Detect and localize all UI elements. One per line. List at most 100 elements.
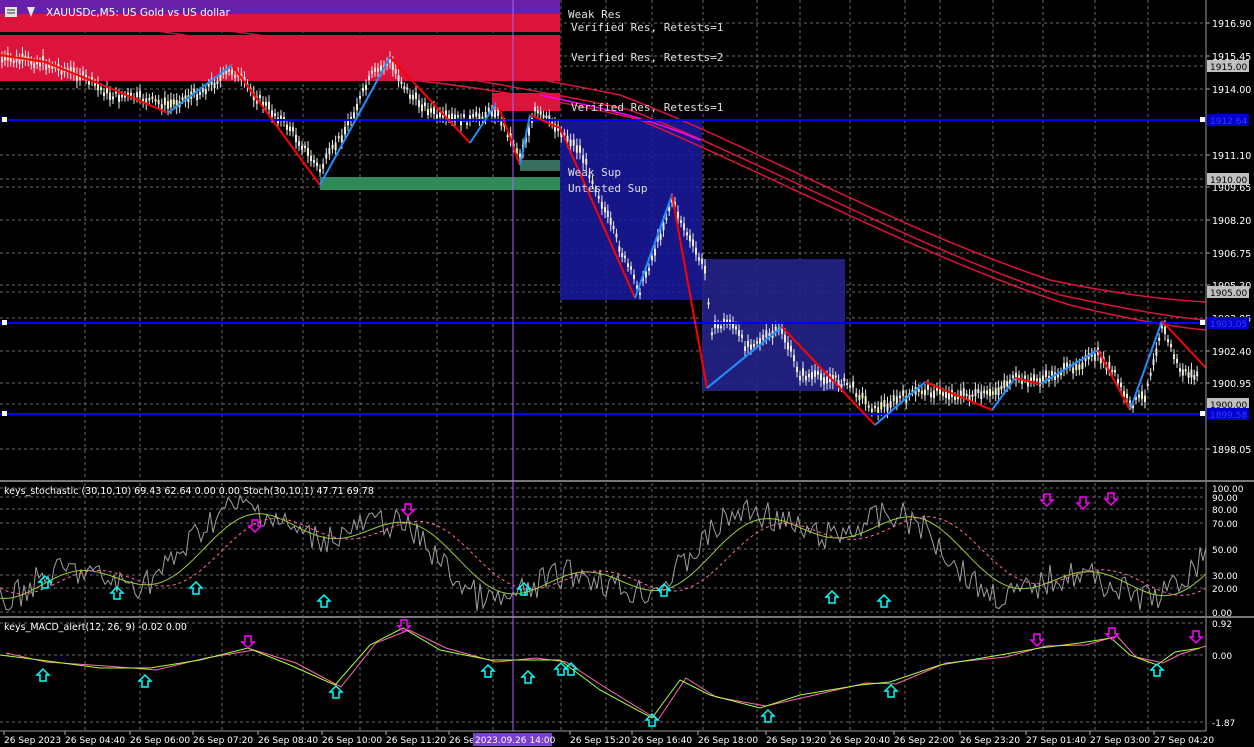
candle-body xyxy=(259,95,261,99)
macd-pane[interactable]: keys_MACD_alert(12, 26, 9) -0.02 0.00 0.… xyxy=(0,616,1254,731)
candle-body xyxy=(1149,372,1152,376)
level-handle[interactable] xyxy=(1200,411,1205,416)
candle-body xyxy=(9,57,12,62)
price-pane[interactable]: Weak Res Verified Res, Retests=1 Verifie… xyxy=(0,0,1207,480)
candle-body xyxy=(790,345,792,352)
candle-body xyxy=(920,390,923,395)
candle-body xyxy=(112,96,114,100)
level-handle[interactable] xyxy=(2,117,7,122)
level-handle[interactable] xyxy=(1200,320,1205,325)
down-arrow-icon xyxy=(1188,630,1204,645)
candle-body xyxy=(965,393,968,396)
candle-body xyxy=(1117,379,1119,384)
candle-body xyxy=(677,211,679,219)
price-tick-label: 1898.05 xyxy=(1212,445,1251,456)
candle-body xyxy=(409,94,411,99)
candle-body xyxy=(820,373,822,381)
candle-body xyxy=(88,81,90,85)
candle-body xyxy=(1036,378,1038,382)
candle-body xyxy=(1078,364,1081,370)
candle-body xyxy=(478,113,481,120)
candle-body xyxy=(466,122,468,125)
candle-body xyxy=(534,107,536,112)
candle-body xyxy=(902,390,905,396)
candle-body xyxy=(962,388,965,396)
chart-menu-icon[interactable] xyxy=(5,7,17,17)
candle-body xyxy=(566,135,569,142)
candle-body xyxy=(439,112,441,118)
chart-window[interactable]: Weak Res Verified Res, Retests=1 Verifie… xyxy=(0,0,1254,747)
down-arrow-icon xyxy=(1103,492,1119,507)
candle-body xyxy=(784,334,786,343)
candle-body xyxy=(391,62,394,70)
candle-body xyxy=(1167,339,1169,343)
candle-body xyxy=(12,60,15,64)
candle-body xyxy=(756,341,758,344)
level-handle[interactable] xyxy=(1200,117,1205,122)
candle-body xyxy=(204,89,207,95)
candle-body xyxy=(651,255,653,261)
candle-body xyxy=(849,385,851,388)
time-axis[interactable]: 26 Sep 2023 26 Sep 04:40 26 Sep 06:00 26 Se… xyxy=(0,730,1214,746)
stochastic-pane[interactable]: keys_stochastic (30,10,10) 69.43 62.64 0… xyxy=(0,480,1254,619)
candle-body xyxy=(686,232,688,236)
candle-body xyxy=(271,110,273,117)
candle-body xyxy=(814,370,816,377)
candle-body xyxy=(1152,359,1155,366)
candle-body xyxy=(585,158,588,165)
candle-body xyxy=(1012,375,1014,378)
level-handle[interactable] xyxy=(2,411,7,416)
price-tag-label: 1899.58 xyxy=(1210,411,1247,421)
candle-body xyxy=(624,255,626,259)
candle-body xyxy=(30,61,33,65)
candle-body xyxy=(319,168,321,173)
candle-body xyxy=(840,384,843,388)
candle-body xyxy=(292,127,294,132)
candle-body xyxy=(1193,375,1196,380)
candle-body xyxy=(569,139,572,147)
candle-body xyxy=(340,135,343,143)
candle-body xyxy=(886,403,889,412)
up-arrow-icon xyxy=(824,589,840,604)
stoch-level-label: 50.00 xyxy=(1212,546,1238,556)
time-label: 26 Sep 19:20 xyxy=(766,736,826,746)
candle-body xyxy=(895,396,898,404)
candle-body xyxy=(353,112,355,119)
candle-body xyxy=(463,114,465,118)
stoch-level-label: 20.00 xyxy=(1212,585,1238,595)
time-label: 26 Sep 2023 xyxy=(4,736,61,746)
candle-body xyxy=(457,115,459,118)
candle-body xyxy=(701,258,703,264)
candle-body xyxy=(948,392,950,400)
candle-body xyxy=(400,81,403,84)
candle-body xyxy=(846,383,849,386)
candle-body xyxy=(448,114,450,119)
time-label: 27 Sep 04:20 xyxy=(1154,736,1214,746)
candle-body xyxy=(377,68,379,72)
candle-body xyxy=(1190,369,1193,378)
candle-body xyxy=(994,388,997,395)
candle-body xyxy=(977,389,980,394)
candle-body xyxy=(216,81,219,85)
candle-body xyxy=(1176,358,1178,363)
time-label: 26 Sep 16:40 xyxy=(632,736,692,746)
candle-body xyxy=(991,391,994,395)
candle-body xyxy=(403,86,406,89)
candle-body xyxy=(808,373,810,378)
candle-body xyxy=(82,71,84,76)
level-handle[interactable] xyxy=(2,320,7,325)
zone-label-verified-res-3: Verified Res, Retests=1 xyxy=(571,101,723,114)
candle-body xyxy=(234,75,237,78)
candle-body xyxy=(412,94,414,100)
candle-body xyxy=(167,101,169,109)
candle-body xyxy=(1141,391,1143,400)
candle-body xyxy=(615,233,618,238)
candle-body xyxy=(627,263,629,267)
up-arrow-icon xyxy=(316,593,332,608)
candle-body xyxy=(1161,326,1163,329)
price-tag-label: 1903.05 xyxy=(1210,320,1247,330)
stochastic-header: keys_stochastic (30,10,10) 69.43 62.64 0… xyxy=(4,486,374,497)
chart-title: XAUUSDc,M5: US Gold vs US dollar xyxy=(46,7,230,19)
price-tick-label: 1916.90 xyxy=(1212,19,1251,30)
price-axis[interactable]: 1916.901915.451914.001911.101909.651908.… xyxy=(1205,0,1254,480)
